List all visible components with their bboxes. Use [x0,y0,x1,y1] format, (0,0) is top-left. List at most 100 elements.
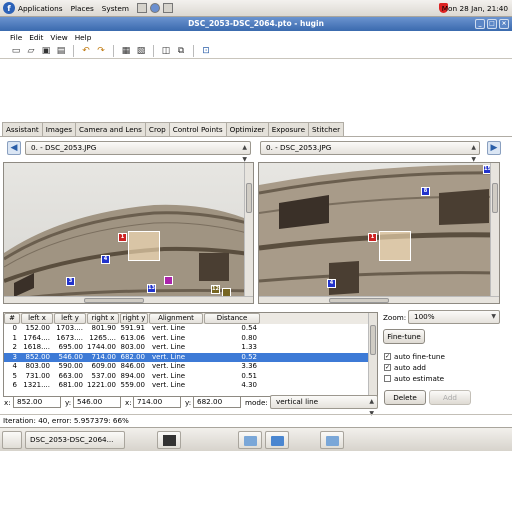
column-header[interactable]: right y [120,313,148,324]
window-highlight [379,231,411,261]
control-point-marker[interactable]: 3 [66,277,75,286]
table-header: # left x left y right x right y Alignmen… [4,313,377,324]
browser-launcher-icon[interactable] [150,3,160,13]
left-image-vscroll[interactable] [244,163,253,303]
control-point-marker[interactable] [164,276,173,285]
control-point-marker[interactable]: 4 [101,255,110,264]
column-header[interactable]: left x [21,313,53,324]
column-header[interactable]: left y [54,313,86,324]
show-desktop-icon[interactable] [2,431,22,449]
add-series-icon[interactable]: ▧ [135,45,147,57]
tab-exposure[interactable]: Exposure [267,122,310,136]
undo-icon[interactable]: ↶ [80,45,92,57]
folder-icon[interactable] [238,431,262,449]
terminal-launcher-icon[interactable] [137,3,147,13]
preview-icon[interactable]: ⧉ [175,45,187,57]
column-header[interactable]: Alignment [149,313,203,324]
auto-fine-tune-checkbox[interactable]: ✓ auto fine-tune [384,352,445,361]
window-titlebar[interactable]: DSC_2053-DSC_2064.pto - hugin _ □ × [0,17,512,31]
tab-control-points[interactable]: Control Points [168,122,227,137]
menu-edit[interactable]: Edit [29,33,43,42]
control-point-marker[interactable]: 4 [327,279,336,288]
fine-tune-button[interactable]: Fine-tune [383,329,425,344]
redo-icon[interactable]: ↷ [95,45,107,57]
table-cell: 4 [12,362,17,370]
menu-help[interactable]: Help [75,33,92,42]
previous-image-arrow-icon[interactable]: ◀ [7,141,21,155]
control-point-marker[interactable]: 8 [421,187,430,196]
control-point-marker[interactable]: 12 [211,285,220,294]
table-row[interactable]: 4 803.00 590.00 609.00 846.00 vert. Line 3.36 [4,362,377,372]
column-header[interactable]: right x [87,313,119,324]
tab-images[interactable]: Images [41,122,77,136]
tab-stitcher[interactable]: Stitcher [308,122,345,136]
mail-launcher-icon[interactable] [163,3,173,13]
table-row[interactable]: 3 852.00 546.00 714.00 682.00 vert. Line 0.52 [4,352,377,362]
table-cell: 731.00 [25,371,51,380]
table-scrollbar[interactable] [368,313,377,396]
right-image-vscroll[interactable] [490,163,499,303]
folder-icon[interactable] [265,431,289,449]
menu-view[interactable]: View [50,33,67,42]
minimize-icon[interactable]: _ [475,19,485,29]
table-row[interactable]: 5 731.00 663.00 537.00 894.00 vert. Line 0.51 [4,372,377,382]
table-cell: 546.00 [58,352,84,361]
left-x-field[interactable]: 852.00 [13,396,61,408]
mode-select-value: vertical line [276,397,319,406]
tab-optimizer[interactable]: Optimizer [225,122,269,136]
zoom-select[interactable]: 100% ▼ [408,310,500,324]
control-point-marker[interactable]: 1 [368,233,377,242]
right-image-select[interactable]: 0. - DSC_2053.JPG ▲ ▼ [260,141,480,163]
table-row[interactable]: 1 1764.... 1673.... 1265.... 613.06 vert. Lin… [4,334,377,344]
add-images-icon[interactable]: ▦ [120,45,132,57]
window-title: DSC_2053-DSC_2064.pto - hugin [188,19,324,28]
next-image-arrow-icon[interactable]: ▶ [487,141,501,155]
left-image-pane[interactable]: 1 4 3 13 12 [3,162,254,304]
maximize-icon[interactable]: □ [487,19,497,29]
table-cell: 1265.... [89,333,116,342]
close-icon[interactable]: × [499,19,509,29]
left-image-hscroll[interactable] [4,296,253,303]
right-y-field[interactable]: 682.00 [193,396,241,408]
open-project-icon[interactable]: ▱ [25,45,37,57]
tab-crop[interactable]: Crop [144,122,170,136]
right-image-hscroll[interactable] [259,296,499,303]
workspace-1-icon[interactable] [157,431,181,449]
table-row[interactable]: 6 1321.... 681.00 1221.00 559.00 vert. Line 4.… [4,381,377,391]
table-cell: 682.00 [120,352,146,361]
system-menu[interactable]: System [102,4,129,13]
save-as-icon[interactable]: ▤ [55,45,67,57]
column-header[interactable]: # [4,313,20,324]
menu-file[interactable]: File [10,33,22,42]
left-image-select[interactable]: 0. - DSC_2053.JPG ▲ ▼ [25,141,251,163]
tab-camera-and-lens[interactable]: Camera and Lens [75,122,146,136]
gnome-foot-icon[interactable]: f [3,2,15,14]
optimize-icon[interactable]: ◫ [160,45,172,57]
table-cell: 0.54 [241,324,257,332]
fast-preview-icon[interactable]: ⊡ [200,45,212,57]
right-x-label: x: [125,398,132,407]
table-cell: 1.33 [241,343,257,351]
control-point-marker[interactable]: 1 [118,233,127,242]
applications-menu[interactable]: Applications [18,4,63,13]
tab-assistant[interactable]: Assistant [2,122,43,136]
mode-select[interactable]: vertical line ▲ ▼ [270,395,378,417]
places-menu[interactable]: Places [71,4,94,13]
add-button[interactable]: Add [429,390,471,405]
taskbar-window-button[interactable]: DSC_2053-DSC_2064... [25,431,125,449]
column-header[interactable]: Distance [204,313,260,324]
table-row[interactable]: 0 152.00 1703.... 801.90 591.91 vert. Line 0.5… [4,324,377,334]
table-row[interactable]: 2 1618.... 695.00 1744.00 803.00 vert. Line 1.… [4,343,377,353]
clock[interactable]: Mon 28 Jan, 21:40 [442,4,508,13]
auto-estimate-checkbox[interactable]: auto estimate [384,374,444,383]
right-x-field[interactable]: 714.00 [133,396,181,408]
save-project-icon[interactable]: ▣ [40,45,52,57]
delete-button[interactable]: Delete [384,390,426,405]
folder-icon[interactable] [320,431,344,449]
new-project-icon[interactable]: ▭ [10,45,22,57]
control-point-marker[interactable]: 13 [147,284,156,293]
auto-add-checkbox[interactable]: ✓ auto add [384,363,426,372]
right-image-pane[interactable]: 15 8 1 4 [258,162,500,304]
table-cell: 3 [12,352,17,361]
left-y-field[interactable]: 546.00 [73,396,121,408]
